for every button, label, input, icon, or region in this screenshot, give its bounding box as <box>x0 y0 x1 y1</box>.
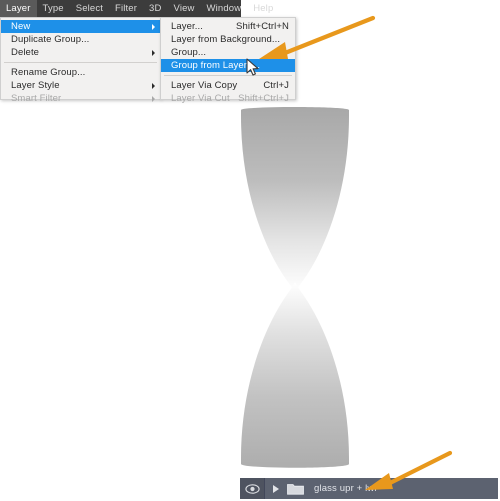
folder-icon <box>286 484 304 495</box>
menu-item-label: Layer Via Cut <box>171 93 230 104</box>
menu-item-label: Group... <box>171 47 207 58</box>
eye-icon <box>244 483 260 494</box>
menu-item-label: Delete <box>11 47 40 58</box>
menu-item-layer-style[interactable]: Layer Style <box>1 79 160 92</box>
menubar-item-window[interactable]: Window <box>201 0 248 17</box>
layer-visibility-toggle[interactable] <box>240 478 265 499</box>
menu-item-group[interactable]: Group... <box>161 46 295 59</box>
menu-separator <box>4 62 157 63</box>
menubar-item-select[interactable]: Select <box>70 0 109 17</box>
menu-item-new[interactable]: New <box>1 20 160 33</box>
menu-item-label: Layer from Background... <box>171 34 281 45</box>
menu-item-label: Group from Layers... <box>171 60 261 71</box>
chevron-right-icon <box>152 49 155 56</box>
menu-item-smart-filter: Smart Filter <box>1 92 160 105</box>
menubar-item-view[interactable]: View <box>168 0 201 17</box>
layer-name-label[interactable]: glass upr + lwr <box>306 483 378 494</box>
menubar-item-layer[interactable]: Layer <box>0 0 37 17</box>
menubar-item-help[interactable]: Help <box>247 0 279 17</box>
chevron-right-icon <box>152 82 155 89</box>
menu-item-layer-via-copy[interactable]: Layer Via Copy Ctrl+J <box>161 79 295 92</box>
menu-separator <box>164 75 292 76</box>
layers-panel-row[interactable]: glass upr + lwr <box>240 478 498 499</box>
triangle-right-icon <box>272 484 279 493</box>
menu-item-label: Duplicate Group... <box>11 34 90 45</box>
menubar-item-type[interactable]: Type <box>37 0 70 17</box>
menu-item-label: Layer Style <box>11 80 60 91</box>
menu-item-label: Rename Group... <box>11 67 86 78</box>
menu-item-delete[interactable]: Delete <box>1 46 160 59</box>
menu-item-label: New <box>11 21 31 32</box>
menu-item-label: Layer... <box>171 21 203 32</box>
menu-item-layer-via-cut: Layer Via Cut Shift+Ctrl+J <box>161 92 295 105</box>
layer-group-disclosure[interactable] <box>265 484 284 493</box>
menu-item-shortcut: Shift+Ctrl+N <box>236 21 289 32</box>
layer-group-thumbnail[interactable] <box>284 482 306 495</box>
menubar-item-3d[interactable]: 3D <box>143 0 167 17</box>
menu-item-layer-from-background[interactable]: Layer from Background... <box>161 33 295 46</box>
hourglass-shape <box>241 107 349 468</box>
menu-item-group-from-layers[interactable]: Group from Layers... <box>161 59 295 72</box>
menu-item-shortcut: Shift+Ctrl+J <box>238 93 289 104</box>
menu-item-layer[interactable]: Layer... Shift+Ctrl+N <box>161 20 295 33</box>
menu-item-duplicate-group[interactable]: Duplicate Group... <box>1 33 160 46</box>
menu-item-label: Layer Via Copy <box>171 80 238 91</box>
menu-item-label: Smart Filter <box>11 93 62 104</box>
new-submenu[interactable]: Layer... Shift+Ctrl+N Layer from Backgro… <box>160 17 296 104</box>
menu-bar[interactable]: Layer Type Select Filter 3D View Window … <box>0 0 273 17</box>
menu-item-shortcut: Ctrl+J <box>263 80 289 91</box>
layer-dropdown-menu[interactable]: New Duplicate Group... Delete Rename Gro… <box>0 17 161 104</box>
menu-item-rename-group[interactable]: Rename Group... <box>1 66 160 79</box>
chevron-right-icon <box>152 23 155 30</box>
chevron-right-icon <box>152 95 155 102</box>
menubar-item-filter[interactable]: Filter <box>109 0 143 17</box>
